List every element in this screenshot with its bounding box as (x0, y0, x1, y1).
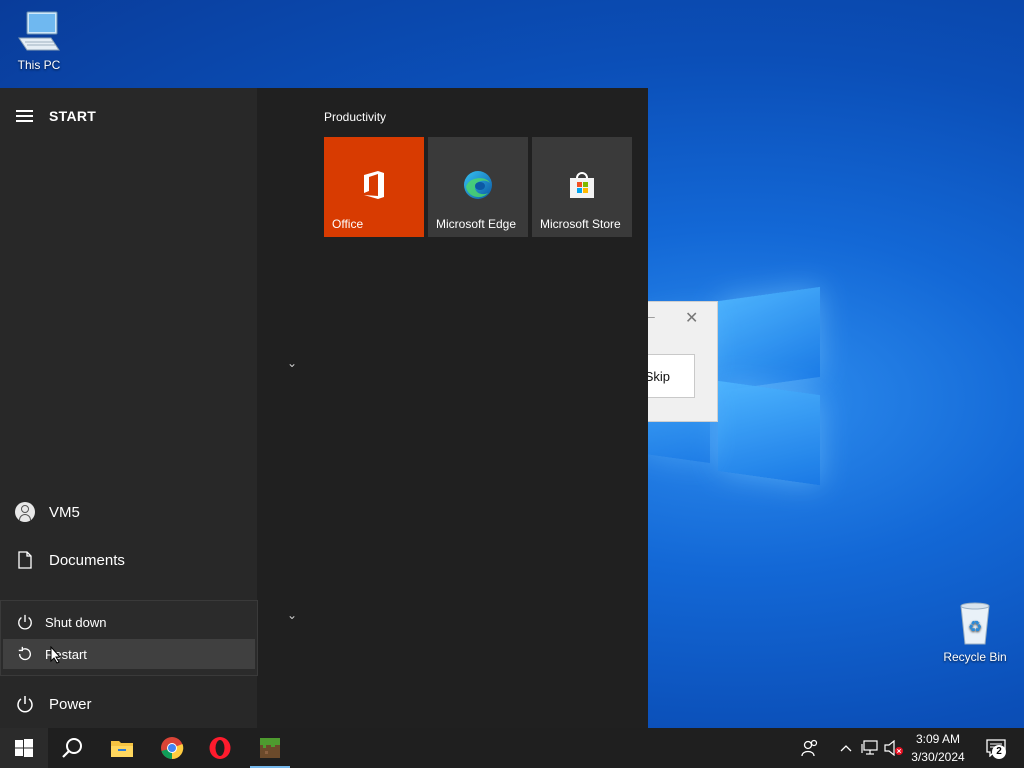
volume-muted-icon (884, 740, 903, 756)
computer-icon (15, 10, 63, 54)
taskbar-minecraft[interactable] (246, 728, 294, 768)
taskbar: 3:09 AM 3/30/2024 2 (0, 728, 1024, 768)
power-icon (14, 693, 36, 715)
show-hidden-icons-button[interactable] (834, 728, 858, 768)
start-header: START (16, 108, 96, 124)
taskbar-search-button[interactable] (48, 728, 96, 768)
clock-date: 3/30/2024 (911, 750, 965, 764)
opera-icon (209, 737, 231, 759)
start-menu: START VM5 Documents Power Shut down Rest… (0, 88, 648, 728)
sidebar-item-documents[interactable]: Documents (14, 549, 125, 571)
hamburger-menu-icon[interactable] (16, 110, 33, 122)
taskbar-chrome[interactable] (148, 728, 196, 768)
shutdown-label: Shut down (45, 614, 107, 630)
chevron-down-icon[interactable]: ⌄ (287, 608, 297, 622)
taskbar-file-explorer[interactable] (98, 728, 146, 768)
office-icon (364, 171, 384, 199)
start-button[interactable] (0, 728, 48, 768)
power-flyout-menu: Shut down Restart (0, 600, 258, 676)
chevron-up-icon (840, 745, 852, 752)
tile-group-title: Productivity (324, 110, 387, 124)
shutdown-menu-item[interactable]: Shut down (3, 607, 255, 637)
desktop-icon-label: This PC (17, 58, 61, 72)
minimize-icon[interactable]: – (647, 308, 655, 324)
notification-count-badge: 2 (992, 745, 1006, 759)
tile-label: Office (332, 217, 364, 231)
search-icon (62, 738, 82, 758)
start-title: START (49, 108, 97, 124)
clock-time: 3:09 AM (915, 732, 961, 746)
tile-microsoft-store[interactable]: Microsoft Store (532, 137, 632, 237)
power-label: Power (49, 695, 92, 713)
network-button[interactable] (858, 728, 882, 768)
taskbar-clock[interactable]: 3:09 AM 3/30/2024 (906, 730, 970, 766)
user-avatar-icon (15, 502, 35, 522)
tile-office[interactable]: Office (324, 137, 424, 237)
sidebar-item-power[interactable]: Power (14, 693, 92, 715)
user-name: VM5 (49, 503, 80, 521)
tile-label: Microsoft Store (540, 217, 621, 231)
minecraft-icon (260, 738, 280, 758)
chrome-icon (161, 737, 184, 760)
desktop-icon-label: Recycle Bin (943, 650, 1007, 664)
restart-menu-item[interactable]: Restart (3, 639, 255, 669)
skip-button[interactable]: Skip (641, 354, 695, 398)
mouse-cursor-icon (50, 646, 62, 664)
taskbar-opera[interactable] (196, 728, 244, 768)
people-icon (801, 739, 818, 757)
volume-button[interactable] (882, 728, 906, 768)
people-button[interactable] (788, 728, 832, 768)
store-icon (570, 172, 594, 198)
background-dialog: – ✕ Skip (640, 301, 718, 422)
desktop-icon-this-pc[interactable]: This PC (4, 10, 74, 72)
chevron-down-icon[interactable]: ⌄ (287, 356, 297, 370)
tile-microsoft-edge[interactable]: Microsoft Edge (428, 137, 528, 237)
sidebar-item-user[interactable]: VM5 (14, 501, 80, 523)
power-icon (15, 614, 35, 630)
svg-text:♻: ♻ (968, 617, 982, 636)
network-icon (861, 740, 878, 755)
recycle-bin-icon: ♻ (951, 602, 999, 646)
tile-label: Microsoft Edge (436, 217, 517, 231)
desktop-icon-recycle-bin[interactable]: ♻ Recycle Bin (940, 602, 1010, 664)
file-explorer-icon (111, 741, 133, 757)
close-icon[interactable]: ✕ (685, 308, 698, 328)
edge-icon (464, 171, 492, 199)
documents-label: Documents (49, 551, 125, 569)
start-icon (15, 739, 33, 757)
restart-icon (15, 646, 35, 662)
document-icon (14, 549, 36, 571)
